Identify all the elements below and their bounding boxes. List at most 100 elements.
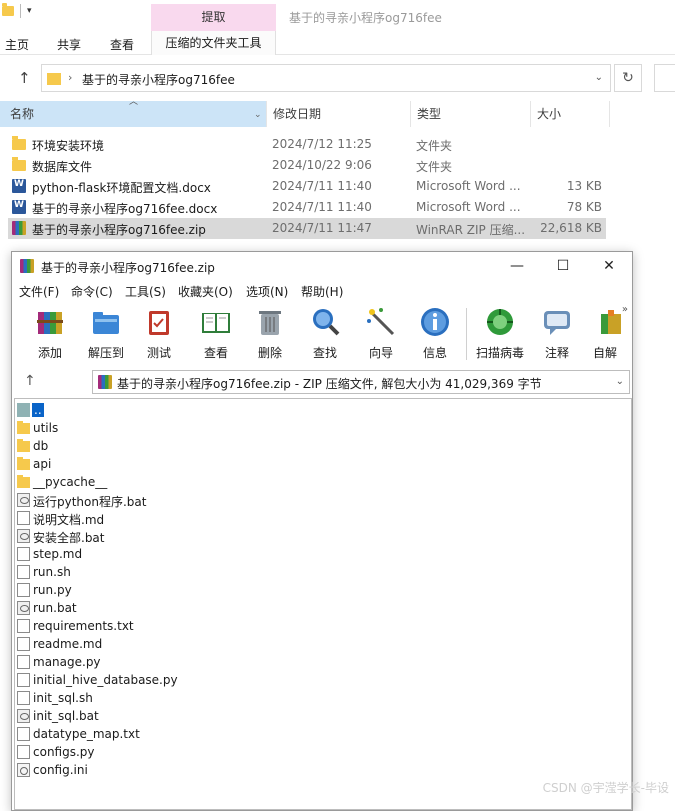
winrar-icon bbox=[98, 375, 112, 389]
menu-tools[interactable]: 工具(S) bbox=[125, 283, 166, 300]
chevron-down-icon[interactable]: ⌄ bbox=[595, 72, 603, 83]
file-icon bbox=[17, 565, 30, 579]
view-book-icon bbox=[202, 313, 230, 333]
settings-file-icon bbox=[17, 763, 30, 777]
sfx-icon bbox=[601, 310, 621, 334]
delete-button[interactable]: 删除 bbox=[246, 302, 294, 362]
tab-view[interactable]: 查看 bbox=[110, 36, 134, 53]
winrar-window: 基于的寻亲小程序og716fee.zip — ☐ ✕ 文件(F) 命令(C) 工… bbox=[11, 251, 633, 811]
folder-icon bbox=[47, 73, 61, 85]
wizard-label: 向导 bbox=[368, 346, 393, 360]
info-button[interactable]: 信息 bbox=[411, 302, 459, 362]
column-size[interactable]: 大小 bbox=[530, 101, 610, 127]
winrar-menu-bar: 文件(F) 命令(C) 工具(S) 收藏夹(O) 选项(N) 帮助(H) bbox=[12, 280, 632, 300]
address-bar[interactable]: › 基于的寻亲小程序og716fee ⌄ bbox=[41, 64, 611, 92]
toolbar-separator bbox=[466, 308, 467, 360]
winrar-title-bar: 基于的寻亲小程序og716fee.zip — ☐ ✕ bbox=[12, 252, 632, 280]
view-button[interactable]: 查看 bbox=[192, 302, 240, 362]
item-name: run.bat bbox=[33, 601, 77, 615]
extract-to-button[interactable]: 解压到 bbox=[82, 302, 130, 362]
file-row[interactable]: python-flask环境配置文档.docx 2024/7/11 11:40 … bbox=[8, 176, 606, 197]
test-label: 测试 bbox=[146, 346, 171, 360]
wizard-button[interactable]: 向导 bbox=[357, 302, 405, 362]
item-name: config.ini bbox=[33, 763, 88, 777]
item-name: manage.py bbox=[33, 655, 101, 669]
winrar-address-row: ↑ 基于的寻亲小程序og716fee.zip - ZIP 压缩文件, 解包大小为… bbox=[12, 368, 632, 396]
find-button[interactable]: 查找 bbox=[301, 302, 349, 362]
tab-compressed-folder-tools[interactable]: 压缩的文件夹工具 bbox=[151, 31, 276, 55]
column-type[interactable]: 类型 bbox=[410, 101, 530, 127]
menu-favorites[interactable]: 收藏夹(O) bbox=[178, 283, 233, 300]
file-row[interactable]: 环境安装环境 2024/7/12 11:25 文件夹 bbox=[8, 134, 606, 155]
item-name: run.sh bbox=[33, 565, 71, 579]
file-size: 22,618 KB bbox=[540, 221, 602, 235]
tab-home[interactable]: 主页 bbox=[5, 36, 29, 53]
up-arrow-icon[interactable]: ↑ bbox=[24, 373, 36, 389]
delete-label: 删除 bbox=[257, 346, 282, 360]
tab-share[interactable]: 共享 bbox=[57, 36, 81, 53]
tab-extract[interactable]: 提取 bbox=[151, 4, 276, 31]
item-name: api bbox=[33, 457, 52, 471]
address-bar-row: ↑ › 基于的寻亲小程序og716fee ⌄ ↻ bbox=[0, 62, 675, 94]
quick-access-toolbar: ▾ bbox=[0, 3, 32, 18]
file-name: python-flask环境配置文档.docx bbox=[32, 181, 211, 195]
address-path: 基于的寻亲小程序og716fee bbox=[82, 73, 235, 87]
item-name: run.py bbox=[33, 583, 72, 597]
search-input[interactable] bbox=[654, 64, 675, 92]
winrar-toolbar: 添加 解压到 测试 查看 删除 查找 向导 信息 扫描病毒 注释 自解 » bbox=[12, 302, 632, 364]
column-date[interactable]: 修改日期 bbox=[266, 101, 410, 127]
menu-help[interactable]: 帮助(H) bbox=[301, 283, 343, 300]
refresh-button[interactable]: ↻ bbox=[614, 64, 642, 92]
info-label: 信息 bbox=[422, 346, 447, 360]
add-label: 添加 bbox=[37, 346, 62, 360]
close-button[interactable]: ✕ bbox=[586, 252, 632, 280]
winrar-title: 基于的寻亲小程序og716fee.zip bbox=[41, 261, 215, 275]
add-button[interactable]: 添加 bbox=[26, 302, 74, 362]
bat-icon bbox=[17, 709, 30, 723]
maximize-button[interactable]: ☐ bbox=[540, 252, 586, 280]
refresh-icon: ↻ bbox=[622, 70, 634, 86]
menu-file[interactable]: 文件(F) bbox=[19, 283, 59, 300]
window-title: 基于的寻亲小程序og716fee bbox=[289, 11, 442, 25]
chevron-right-icon[interactable]: › bbox=[68, 71, 72, 84]
item-name: requirements.txt bbox=[33, 619, 134, 633]
test-clipboard-icon bbox=[149, 311, 169, 335]
scan-virus-button[interactable]: 扫描病毒 bbox=[476, 302, 524, 362]
comment-icon bbox=[544, 311, 570, 335]
chevron-right-icon[interactable]: » bbox=[622, 304, 628, 315]
item-name: step.md bbox=[33, 547, 83, 561]
file-row[interactable]: 数据库文件 2024/10/22 9:06 文件夹 bbox=[8, 155, 606, 176]
folder-icon bbox=[12, 136, 26, 150]
file-date: 2024/10/22 9:06 bbox=[272, 158, 372, 172]
word-icon bbox=[12, 179, 26, 193]
sfx-label: 自解 bbox=[592, 346, 617, 360]
item-name: configs.py bbox=[33, 745, 95, 759]
chevron-down-icon[interactable]: ⌄ bbox=[254, 110, 262, 120]
file-name: 环境安装环境 bbox=[32, 139, 105, 153]
file-row[interactable]: 基于的寻亲小程序og716fee.docx 2024/7/11 11:40 Mi… bbox=[8, 197, 606, 218]
customize-quick-access-icon[interactable]: ▾ bbox=[27, 6, 32, 16]
column-header: 名称 ︿ ⌄ 修改日期 类型 大小 bbox=[0, 97, 675, 127]
comment-label: 注释 bbox=[544, 346, 569, 360]
minimize-button[interactable]: — bbox=[494, 252, 540, 280]
up-arrow-icon[interactable]: ↑ bbox=[18, 69, 31, 87]
chevron-down-icon[interactable]: ⌄ bbox=[616, 376, 624, 387]
file-size: 78 KB bbox=[566, 200, 602, 214]
menu-commands[interactable]: 命令(C) bbox=[71, 283, 113, 300]
ribbon-tabs: 主页 共享 查看 压缩的文件夹工具 bbox=[0, 31, 675, 55]
test-button[interactable]: 测试 bbox=[135, 302, 183, 362]
comment-button[interactable]: 注释 bbox=[533, 302, 581, 362]
file-row-selected[interactable]: 基于的寻亲小程序og716fee.zip 2024/7/11 11:47 Win… bbox=[8, 218, 606, 239]
archive-path-bar[interactable]: 基于的寻亲小程序og716fee.zip - ZIP 压缩文件, 解包大小为 4… bbox=[92, 370, 630, 394]
item-name: .. bbox=[32, 403, 44, 417]
file-icon bbox=[17, 583, 30, 597]
archive-file-list: .. utils db api __pycache__ 运行python程序.b… bbox=[14, 398, 632, 810]
info-icon bbox=[421, 308, 449, 336]
file-name: 数据库文件 bbox=[32, 160, 93, 174]
sfx-button[interactable]: 自解 bbox=[585, 302, 625, 362]
item-name: init_sql.sh bbox=[33, 691, 93, 705]
item-name: 安装全部.bat bbox=[33, 531, 105, 545]
menu-options[interactable]: 选项(N) bbox=[246, 283, 288, 300]
file-icon bbox=[17, 691, 30, 705]
parent-folder-icon bbox=[17, 403, 30, 417]
